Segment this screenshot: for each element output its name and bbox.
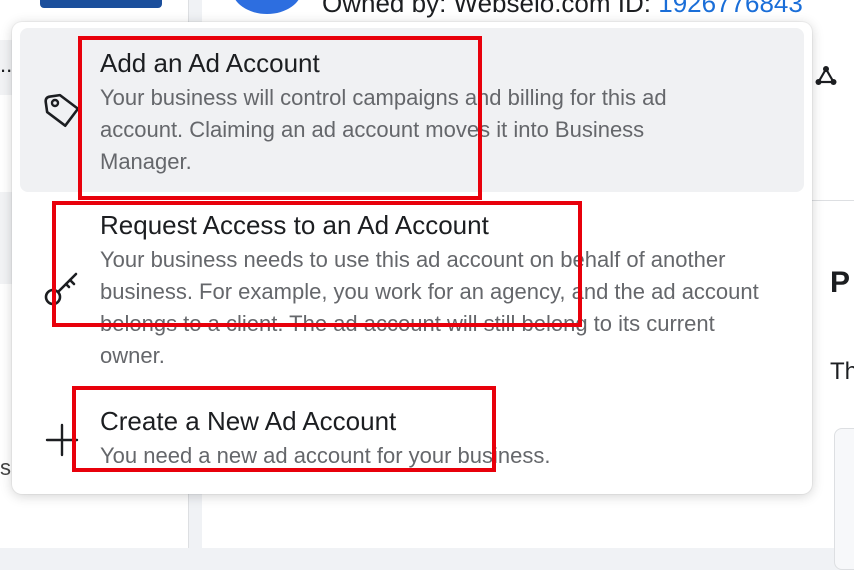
menu-item-title: Add an Ad Account xyxy=(100,48,320,78)
owner-label: Owned by: Webselo.com xyxy=(322,0,611,18)
business-id-link[interactable]: 1926776843 xyxy=(658,0,803,18)
tag-icon xyxy=(42,90,82,130)
add-ad-account-menu: Add an Ad Account Your business will con… xyxy=(12,22,812,494)
menu-item-description: Your business needs to use this ad accou… xyxy=(100,247,759,368)
id-label: ID: xyxy=(617,0,652,18)
key-icon xyxy=(42,268,82,308)
network-icon[interactable] xyxy=(814,64,838,88)
owner-info: Owned by: Webselo.com ID: 1926776843 xyxy=(322,0,803,19)
left-primary-button[interactable] xyxy=(40,0,162,8)
section-heading-fragment: P xyxy=(830,266,851,299)
menu-item-description: Your business will control campaigns and… xyxy=(100,85,667,174)
menu-item-add-ad-account[interactable]: Add an Ad Account Your business will con… xyxy=(20,28,804,192)
menu-item-title: Create a New Ad Account xyxy=(100,406,397,436)
menu-item-request-access[interactable]: Request Access to an Ad Account Your bus… xyxy=(20,198,804,374)
left-nav-ellipsis: .. xyxy=(0,52,13,77)
left-nav-label-fragment: s xyxy=(0,455,11,480)
section-text-fragment: Th xyxy=(830,358,854,385)
menu-item-description: You need a new ad account for your busin… xyxy=(100,443,551,468)
content-card xyxy=(834,428,854,570)
menu-item-title: Request Access to an Ad Account xyxy=(100,210,489,240)
plus-icon xyxy=(42,420,82,460)
menu-item-create-ad-account[interactable]: Create a New Ad Account You need a new a… xyxy=(20,392,804,476)
